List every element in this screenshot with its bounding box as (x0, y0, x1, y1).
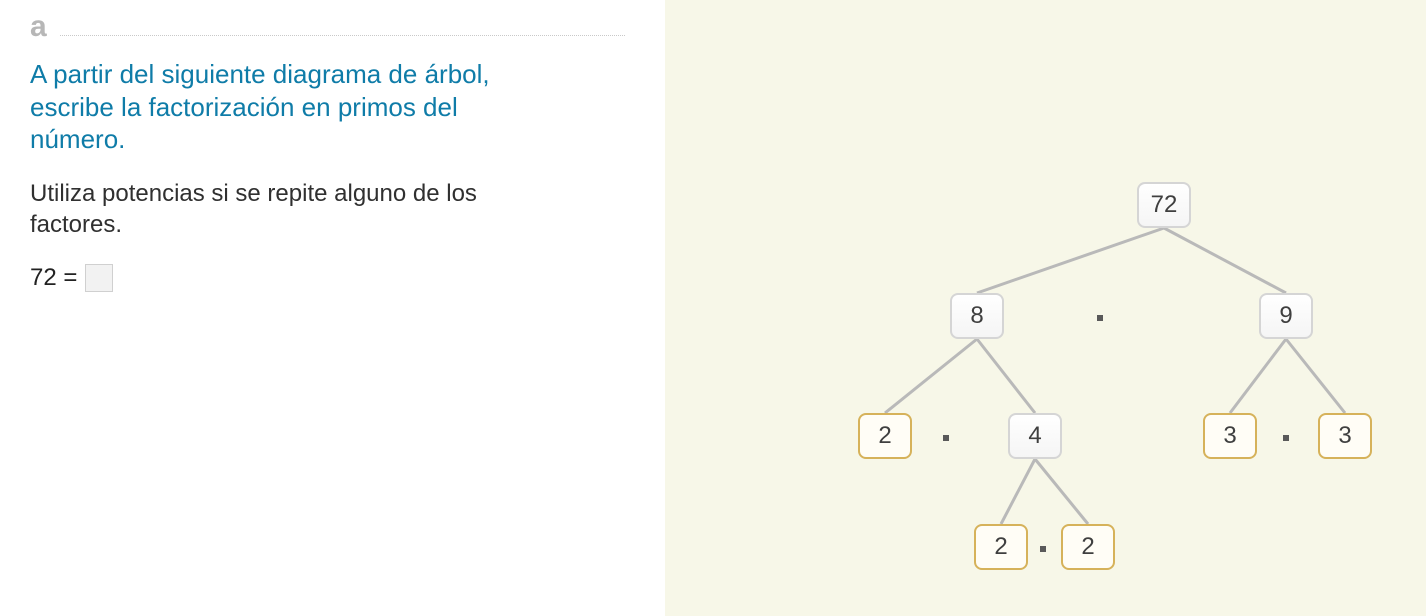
tree-node-4: 4 (1008, 413, 1062, 459)
tree-node-value: 8 (950, 293, 1004, 339)
diagram-panel: 7289243322 (665, 0, 1426, 616)
multiplication-dot (1283, 435, 1289, 441)
multiplication-dot (1097, 315, 1103, 321)
tree-node-value: 2 (1061, 524, 1115, 570)
tree-edge (1164, 228, 1286, 293)
tree-node-value: 9 (1259, 293, 1313, 339)
tree-node-value: 4 (1008, 413, 1062, 459)
tree-node-3: 3 (1318, 413, 1372, 459)
question-instructions: Utiliza potencias si se repite alguno de… (30, 178, 560, 240)
tree-node-value: 2 (858, 413, 912, 459)
section-label: a (30, 10, 48, 44)
answer-input[interactable] (85, 264, 113, 292)
multiplication-dot (1040, 546, 1046, 552)
answer-row: 72 = (30, 264, 625, 292)
tree-node-9: 9 (1259, 293, 1313, 339)
multiplication-dot (943, 435, 949, 441)
section-divider (60, 34, 625, 36)
tree-node-3: 3 (1203, 413, 1257, 459)
tree-edge (1230, 339, 1286, 413)
tree-edge (1035, 459, 1088, 524)
tree-node-2: 2 (858, 413, 912, 459)
tree-edge (977, 339, 1035, 413)
tree-node-value: 3 (1318, 413, 1372, 459)
section-header-row: a (30, 10, 625, 44)
factor-tree-diagram: 7289243322 (665, 0, 1426, 616)
tree-node-2: 2 (1061, 524, 1115, 570)
tree-node-value: 3 (1203, 413, 1257, 459)
page: a A partir del siguiente diagrama de árb… (0, 0, 1426, 616)
tree-node-2: 2 (974, 524, 1028, 570)
answer-lhs: 72 = (30, 264, 77, 292)
tree-node-value: 2 (974, 524, 1028, 570)
question-prompt: A partir del siguiente diagrama de árbol… (30, 58, 560, 156)
tree-node-8: 8 (950, 293, 1004, 339)
tree-node-72: 72 (1137, 182, 1191, 228)
tree-node-value: 72 (1137, 182, 1191, 228)
tree-edge (1286, 339, 1345, 413)
question-panel: a A partir del siguiente diagrama de árb… (0, 0, 665, 616)
tree-edge (1001, 459, 1035, 524)
tree-edge (885, 339, 977, 413)
tree-edge (977, 228, 1164, 293)
